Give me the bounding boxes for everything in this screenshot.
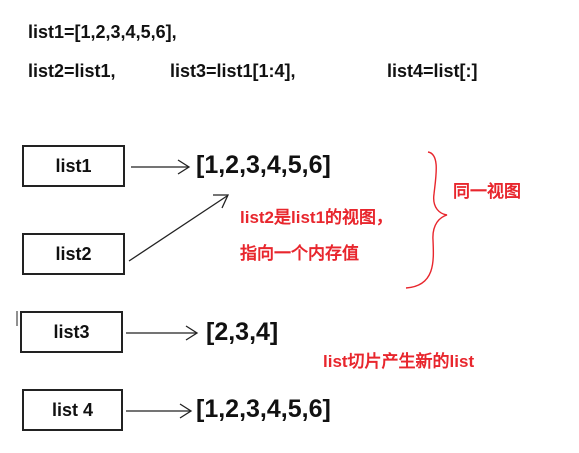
box-label-list4: list 4 <box>51 399 94 420</box>
arrow-list3 <box>126 325 199 341</box>
note-slice-new-list: list切片产生新的list <box>323 352 475 371</box>
box-list2: list2 <box>22 233 125 275</box>
diagram-canvas: list1=[1,2,3,4,5,6], list2=list1, list3=… <box>0 0 579 453</box>
note-same-view: 同一视图 <box>453 182 521 201</box>
curly-brace <box>405 151 448 289</box>
box-label-list1: list1 <box>55 155 92 176</box>
code-list2-assignment: list2=list1, <box>28 61 116 81</box>
box-list4: list 4 <box>22 389 123 431</box>
arrow-list4 <box>126 403 193 419</box>
box-list3: list3 <box>20 311 123 353</box>
code-list1-assignment: list1=[1,2,3,4,5,6], <box>28 22 177 42</box>
box-label-list2: list2 <box>55 243 92 264</box>
arrow-list1 <box>131 159 191 175</box>
value-list1: [1,2,3,4,5,6] <box>196 151 331 179</box>
code-list3-assignment: list3=list1[1:4], <box>170 61 296 81</box>
arrow-list2 <box>128 194 230 262</box>
box-list1: list1 <box>22 145 125 187</box>
note-view-line2: 指向一个内存值 <box>240 244 359 263</box>
value-list3: [2,3,4] <box>206 318 279 346</box>
note-view-line1: list2是list1的视图， <box>240 208 394 227</box>
box-label-list3: list3 <box>53 321 90 342</box>
value-list4: [1,2,3,4,5,6] <box>196 395 331 423</box>
code-list4-assignment: list4=list[:] <box>387 61 478 81</box>
